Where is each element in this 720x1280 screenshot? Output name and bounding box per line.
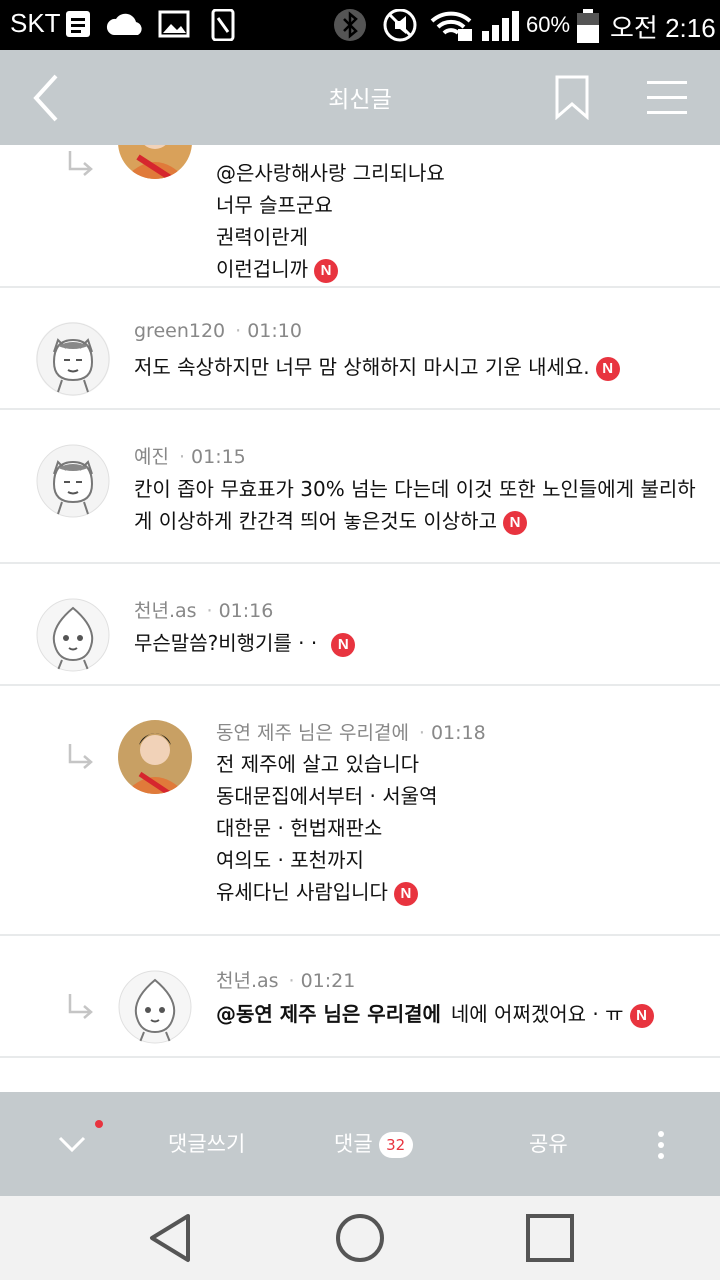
comment-line: 무슨말씀?비행기를 · · — [134, 631, 318, 655]
list-item[interactable]: green120 · 01:10 저도 속상하지만 너무 맘 상해하지 마시고 기운… — [0, 288, 720, 410]
comment-list[interactable]: @은사랑해사랑 그리되나요 너무 슬프군요 권력이란게 이런겁니까 N green… — [0, 145, 720, 1092]
list-item[interactable]: @은사랑해사랑 그리되나요 너무 슬프군요 권력이란게 이런겁니까 N — [0, 145, 720, 288]
avatar[interactable] — [118, 720, 192, 794]
mention-link[interactable]: @동연 제주 님은 우리곁에 — [216, 1002, 441, 1026]
comment-line: 유세다닌 사람입니다 — [216, 880, 388, 904]
list-item[interactable]: 천년.as · 01:21 @동연 제주 님은 우리곁에 네에 어쩌겠어요 · ㅠN — [0, 936, 720, 1058]
nav-back-button[interactable] — [146, 1212, 198, 1264]
mute-icon — [383, 9, 417, 42]
avatar[interactable] — [118, 145, 192, 179]
comment-author[interactable]: 예진 — [134, 446, 169, 468]
comment-author[interactable]: 천년.as — [216, 970, 279, 992]
list-item[interactable]: 예진 · 01:15 칸이 좁아 무효표가 30% 넘는 다는데 이것 또한 노인들… — [0, 410, 720, 564]
menu-button[interactable] — [645, 77, 689, 117]
comment-line: 여의도 · 포천까지 — [216, 848, 364, 872]
new-badge: N — [314, 258, 338, 283]
avatar[interactable] — [36, 598, 110, 672]
nav-recents-button[interactable] — [524, 1212, 576, 1264]
page-title: 최신글 — [328, 87, 392, 113]
comment-line: 이런겁니까 — [216, 257, 308, 281]
clock: 오전 2:16 — [610, 13, 716, 43]
comment-time: 01:16 — [218, 600, 274, 622]
comment-author[interactable]: green120 — [134, 320, 225, 342]
comment-line: 게 이상하게 칸간격 띄어 놓은것도 이상하고 — [134, 509, 497, 533]
cloud-icon — [106, 13, 142, 35]
new-badge: N — [629, 1003, 654, 1028]
reply-arrow-icon — [68, 151, 93, 176]
comment-line: 너무 슬프군요 — [216, 193, 333, 217]
phone-icon — [211, 9, 235, 41]
avatar[interactable] — [36, 444, 110, 518]
write-comment-button[interactable]: 댓글쓰기 — [168, 1128, 245, 1158]
more-options-button[interactable] — [654, 1130, 668, 1160]
battery-percent: 60% — [526, 12, 571, 37]
wifi-icon — [430, 11, 472, 41]
new-badge: N — [503, 510, 527, 535]
bottom-action-bar: 댓글쓰기 댓글 32 공유 — [0, 1092, 720, 1196]
list-item[interactable]: 천년.as · 01:16 무슨말씀?비행기를 · · N — [0, 564, 720, 686]
signal-icon — [482, 11, 519, 41]
reply-arrow-icon — [68, 744, 93, 769]
new-badge: N — [595, 356, 620, 381]
reply-arrow-icon — [68, 994, 93, 1019]
comment-time: 01:21 — [300, 970, 356, 992]
list-item[interactable]: 동연 제주 님은 우리곁에 · 01:18 전 제주에 살고 있습니다 동대문집에서… — [0, 686, 720, 936]
new-badge: N — [331, 632, 356, 657]
avatar[interactable] — [118, 970, 192, 1044]
comment-time: 01:10 — [247, 320, 302, 342]
comment-author[interactable]: 천년.as — [134, 600, 197, 622]
bookmark-button[interactable] — [554, 74, 590, 120]
comment-line: 동대문집에서부터 · 서울역 — [216, 784, 438, 808]
app-header: 최신글 — [0, 50, 720, 145]
status-bar: SKT 60% 오전 2:16 — [0, 0, 720, 50]
comments-label: 댓글 — [334, 1132, 373, 1156]
comment-line: 대한문 · 헌법재판소 — [216, 816, 383, 840]
battery-icon — [577, 9, 599, 43]
comment-time: 01:15 — [191, 446, 246, 468]
image-icon — [158, 10, 190, 38]
notification-dot — [95, 1120, 103, 1128]
comment-line: 권력이란게 — [216, 225, 308, 249]
collapse-button[interactable] — [56, 1132, 88, 1156]
share-button[interactable]: 공유 — [529, 1128, 568, 1158]
system-nav-bar — [0, 1196, 720, 1280]
comment-time: 01:18 — [430, 722, 486, 744]
new-badge: N — [393, 881, 418, 906]
comment-author[interactable]: 동연 제주 님은 우리곁에 — [216, 722, 409, 744]
comment-line: 전 제주에 살고 있습니다 — [216, 752, 420, 776]
carrier-label: SKT — [10, 8, 61, 38]
comment-line: @은사랑해사랑 그리되나요 — [216, 161, 445, 185]
nav-home-button[interactable] — [334, 1212, 386, 1264]
bluetooth-icon — [334, 9, 366, 41]
comment-line: 네에 어쩌겠어요 · ㅠ — [450, 1002, 624, 1026]
comment-line: 칸이 좁아 무효표가 30% 넘는 다는데 이것 또한 노인들에게 불리하 — [134, 477, 696, 501]
notes-icon — [66, 11, 90, 37]
comments-button[interactable]: 댓글 32 — [334, 1128, 413, 1158]
comment-line: 저도 속상하지만 너무 맘 상해하지 마시고 기운 내세요. — [134, 355, 590, 379]
avatar[interactable] — [36, 322, 110, 396]
comment-count-badge: 32 — [378, 1132, 413, 1158]
